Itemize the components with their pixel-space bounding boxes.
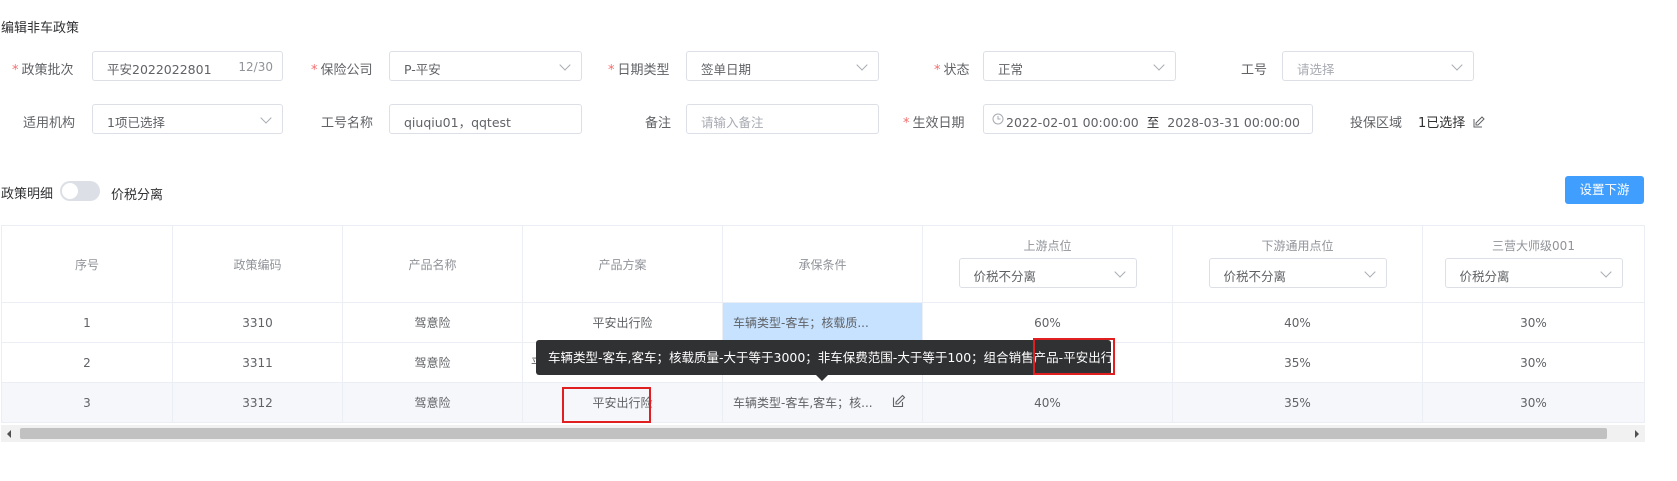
upstream-tax-select[interactable]: 价税不分离 [958, 258, 1137, 288]
cell-master: 30% [1422, 302, 1645, 343]
insurer-select[interactable]: P-平安 [389, 51, 582, 81]
cell-seq: 2 [1, 342, 173, 383]
table-row: 1 3310 驾意险 平安出行险 车辆类型-客车；核载质... 60% 40% … [1, 302, 1645, 343]
date-type-select[interactable]: 签单日期 [686, 51, 879, 81]
insurer-label: * 保险公司 [311, 63, 373, 78]
range-separator: 至 [1146, 115, 1160, 130]
cell-product: 驾意险 [342, 302, 523, 343]
batch-input[interactable]: 平安2022022801 12/30 [92, 51, 283, 81]
region-link[interactable]: 1已选择 [1418, 112, 1486, 132]
end-date: 2028-03-31 00:00:00 [1167, 115, 1301, 130]
cell-product: 驾意险 [342, 342, 523, 383]
tooltip-text: 车辆类型-客车,客车；核载质量-大于等于3000；非车保费范围-大于等于100；… [548, 350, 1064, 365]
horizontal-scrollbar[interactable] [1, 425, 1645, 442]
cell-seq: 3 [1, 382, 173, 423]
annotation-box-plan [562, 387, 651, 423]
col-product: 产品名称 [342, 225, 523, 303]
cell-downstream: 40% [1172, 302, 1423, 343]
policy-table: 序号 政策编码 产品名称 产品方案 承保条件 上游点位 价税不分离 下游通用点位… [1, 225, 1645, 423]
cell-master: 30% [1422, 382, 1645, 423]
cell-seq: 1 [1, 302, 173, 343]
col-downstream: 下游通用点位 价税不分离 [1172, 225, 1423, 303]
batch-label: * 政策批次 [12, 63, 74, 78]
cell-master: 30% [1422, 342, 1645, 383]
toggle-knob [62, 183, 78, 199]
tooltip-arrow [816, 375, 828, 381]
col-plan: 产品方案 [522, 225, 723, 303]
cell-product: 驾意险 [342, 382, 523, 423]
char-counter: 12/30 [238, 60, 273, 74]
table-row: 3 3312 驾意险 平安出行险 车辆类型-客车,客车；核... 40% 35%… [1, 382, 1645, 423]
cell-downstream: 35% [1172, 342, 1423, 383]
date-type-label: * 日期类型 [608, 63, 670, 78]
effective-date-range[interactable]: 2022-02-01 00:00:00 至 2028-03-31 00:00:0… [983, 104, 1313, 134]
cell-condition[interactable]: 车辆类型-客车；核载质... [722, 302, 923, 343]
edit-icon[interactable] [892, 394, 906, 411]
job-no-select[interactable]: 请选择 [1282, 51, 1474, 81]
downstream-tax-select[interactable]: 价税不分离 [1208, 258, 1387, 288]
col-master: 三营大师级001 价税分离 [1422, 225, 1645, 303]
toggle-label: 价税分离 [111, 188, 164, 203]
region-label: 投保区域 [1350, 116, 1403, 131]
scroll-right-icon[interactable] [1635, 430, 1639, 438]
org-label: 适用机构 [23, 116, 76, 131]
annotation-box-tooltip [1033, 338, 1115, 375]
job-no-label: 工号 [1241, 63, 1268, 78]
clock-icon [992, 113, 1004, 129]
job-name-input[interactable]: qiuqiu01，qqtest [389, 104, 582, 134]
status-select[interactable]: 正常 [983, 51, 1176, 81]
cell-condition[interactable]: 车辆类型-客车,客车；核... [722, 382, 923, 423]
set-downstream-button[interactable]: 设置下游 [1565, 176, 1644, 204]
edit-icon[interactable] [1473, 116, 1486, 132]
scroll-left-icon[interactable] [7, 430, 11, 438]
chevron-down-icon [260, 112, 272, 124]
price-tax-toggle[interactable] [60, 181, 100, 201]
chevron-down-icon [1363, 266, 1376, 278]
chevron-down-icon [1153, 59, 1165, 71]
col-condition: 承保条件 [722, 225, 923, 303]
chevron-down-icon [1113, 266, 1126, 278]
chevron-down-icon [1451, 59, 1463, 71]
chevron-down-icon [559, 59, 571, 71]
col-code: 政策编码 [172, 225, 343, 303]
status-label: * 状态 [934, 63, 970, 78]
col-upstream: 上游点位 价税不分离 [922, 225, 1173, 303]
scrollbar-thumb[interactable] [20, 428, 1607, 439]
table-header-row: 序号 政策编码 产品名称 产品方案 承保条件 上游点位 价税不分离 下游通用点位… [1, 225, 1645, 303]
cell-code: 3311 [172, 342, 343, 383]
cell-downstream: 35% [1172, 382, 1423, 423]
cell-plan: 平安出行险 [522, 302, 723, 343]
effective-date-label: * 生效日期 [903, 116, 965, 131]
master-tax-select[interactable]: 价税分离 [1444, 258, 1623, 288]
condition-tooltip: 车辆类型-客车,客车；核载质量-大于等于3000；非车保费范围-大于等于100；… [536, 340, 1126, 381]
remark-input[interactable]: 请输入备注 [686, 104, 879, 134]
start-date: 2022-02-01 00:00:00 [1006, 115, 1139, 130]
cell-upstream: 60% [922, 302, 1173, 343]
cell-code: 3310 [172, 302, 343, 343]
org-select[interactable]: 1项已选择 [92, 104, 283, 134]
col-seq: 序号 [1, 225, 173, 303]
cell-upstream: 40% [922, 382, 1173, 423]
job-name-label: 工号名称 [321, 116, 374, 131]
chevron-down-icon [1599, 266, 1612, 278]
chevron-down-icon [856, 59, 868, 71]
page-title: 编辑非车政策 [1, 21, 80, 36]
detail-label: 政策明细 [1, 187, 54, 202]
cell-code: 3312 [172, 382, 343, 423]
remark-label: 备注 [645, 116, 672, 131]
